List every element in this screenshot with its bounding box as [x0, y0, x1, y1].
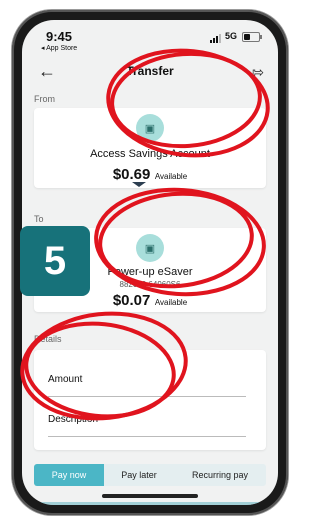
annotation-circle-to	[94, 187, 266, 297]
step-number-badge: 5	[20, 226, 90, 296]
